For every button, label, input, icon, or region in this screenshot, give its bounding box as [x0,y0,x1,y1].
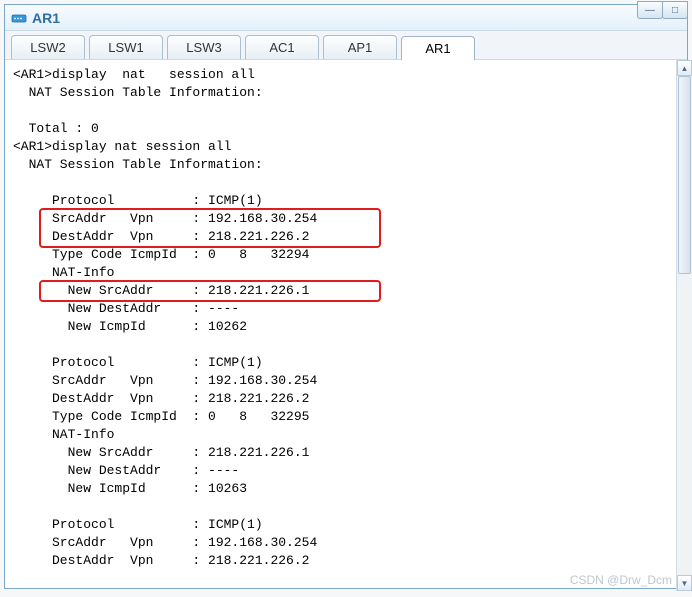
tab-ap1[interactable]: AP1 [323,35,397,59]
line: Total : 0 [13,121,99,136]
line: DestAddr Vpn : 218.221.226.2 [13,553,309,568]
line: New SrcAddr : 218.221.226.1 [13,283,309,298]
line: SrcAddr Vpn : 192.168.30.254 [13,211,317,226]
line: New DestAddr : ---- [13,463,239,478]
scroll-down-button[interactable]: ▼ [677,575,692,591]
line: NAT-Info [13,427,114,442]
line: Protocol : ICMP(1) [13,517,263,532]
tab-lsw2[interactable]: LSW2 [11,35,85,59]
line: Protocol : ICMP(1) [13,355,263,370]
window-title: AR1 [32,10,60,26]
line: New IcmpId : 10262 [13,319,247,334]
watermark-credit: CSDN @Drw_Dcm [570,573,672,587]
maximize-button[interactable]: □ [662,1,688,19]
line: Type Code IcmpId : 0 8 32294 [13,247,309,262]
line: NAT Session Table Information: [13,85,263,100]
router-icon [11,10,27,26]
tab-ac1[interactable]: AC1 [245,35,319,59]
line: Type Code IcmpId : 0 8 32295 [13,409,309,424]
line: <AR1>display nat session all [13,139,231,154]
line: Protocol : ICMP(1) [13,193,263,208]
line: New SrcAddr : 218.221.226.1 [13,445,309,460]
line: SrcAddr Vpn : 192.168.30.254 [13,535,317,550]
scroll-thumb[interactable] [678,76,691,274]
titlebar: AR1 — □ [5,5,687,31]
window-buttons: — □ [638,1,688,19]
line: DestAddr Vpn : 218.221.226.2 [13,391,309,406]
line: NAT-Info [13,265,114,280]
tab-ar1[interactable]: AR1 [401,36,475,60]
line: New IcmpId : 10263 [13,481,247,496]
line: SrcAddr Vpn : 192.168.30.254 [13,373,317,388]
line: <AR1>display nat session all [13,67,255,82]
line: DestAddr Vpn : 218.221.226.2 [13,229,309,244]
app-window: AR1 — □ LSW2 LSW1 LSW3 AC1 AP1 AR1 <AR1>… [4,4,688,589]
tab-row: LSW2 LSW1 LSW3 AC1 AP1 AR1 [5,31,687,60]
scrollbar-vertical[interactable]: ▲ ▼ [676,60,692,591]
tab-lsw1[interactable]: LSW1 [89,35,163,59]
line: NAT Session Table Information: [13,157,263,172]
line: New DestAddr : ---- [13,301,239,316]
tab-lsw3[interactable]: LSW3 [167,35,241,59]
terminal-output[interactable]: <AR1>display nat session all NAT Session… [5,60,687,588]
scroll-up-button[interactable]: ▲ [677,60,692,76]
minimize-button[interactable]: — [637,1,663,19]
